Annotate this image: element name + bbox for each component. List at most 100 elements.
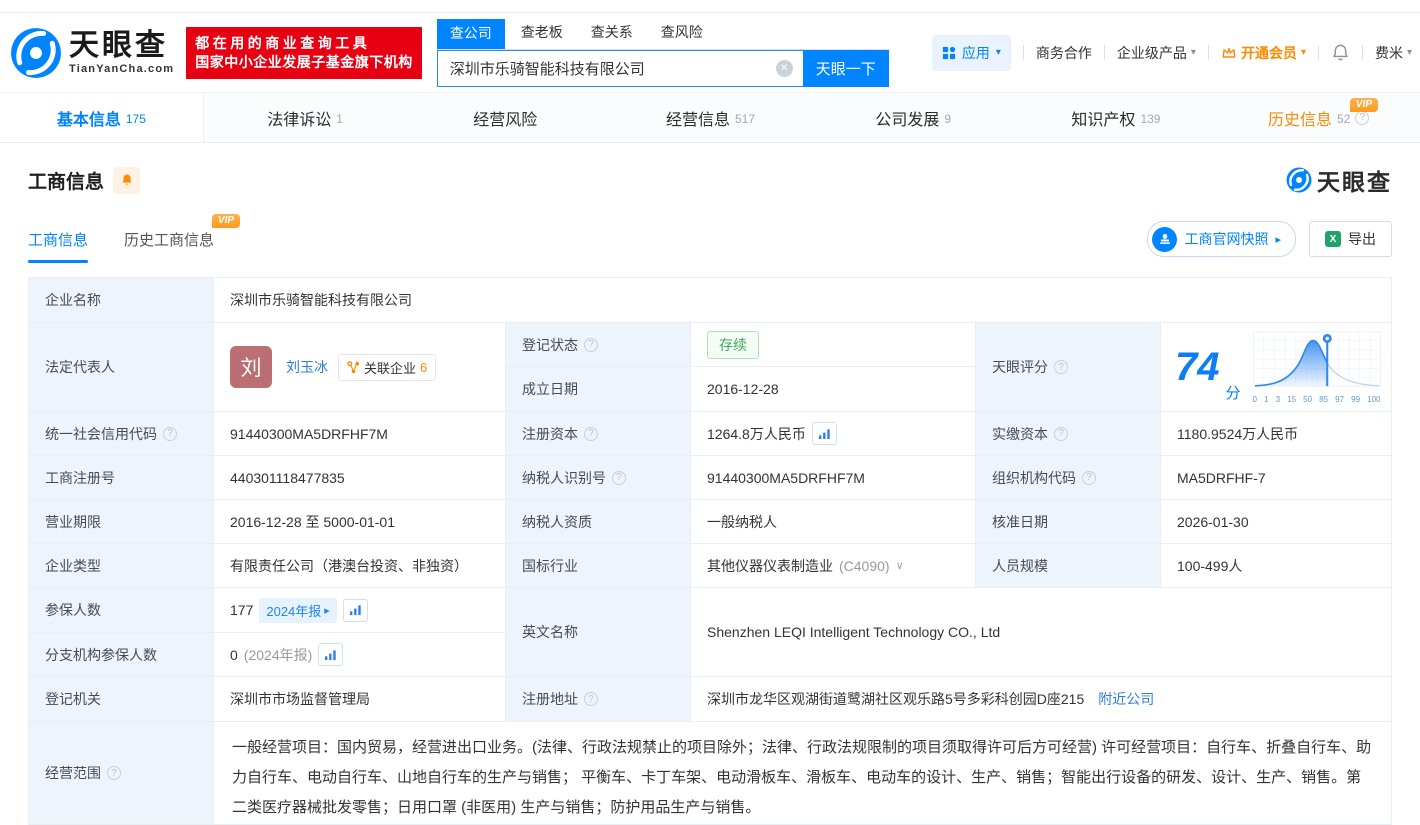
search-tab-risk[interactable]: 查风险 [661, 18, 703, 49]
score-axis-tick: 100 [1367, 394, 1381, 404]
branch-insured-label: 分支机构参保人数 [29, 633, 214, 677]
nav-business-cooperation[interactable]: 商务合作 [1036, 43, 1092, 63]
staff-size-value: 100-499人 [1161, 544, 1392, 588]
help-icon[interactable]: ? [1355, 110, 1370, 125]
approval-date-value: 2026-01-30 [1161, 500, 1392, 544]
tab-operation-risk[interactable]: 经营风险 [406, 93, 609, 142]
tianyancha-logo[interactable]: 天眼查 TianYanCha.com [10, 27, 174, 79]
tab-history-info[interactable]: VIP 历史信息 52 ? [1217, 93, 1420, 142]
promo-banner: 都在用的商业查询工具 国家中小企业发展子基金旗下机构 [186, 26, 422, 79]
score-axis-tick: 97 [1335, 394, 1345, 404]
subtab-history-business-info[interactable]: VIP 历史工商信息 [124, 214, 241, 263]
tab-label: 法律诉讼 [267, 111, 332, 129]
help-icon[interactable]: ? [584, 692, 598, 706]
trend-chart-icon[interactable] [811, 422, 837, 445]
score-axis-tick: 3 [1275, 394, 1281, 404]
label-text: 经营范围 [45, 765, 101, 781]
nav-vip-upgrade[interactable]: 开通会员 ▾ [1221, 43, 1306, 63]
subtab-business-info[interactable]: 工商信息 [28, 229, 89, 263]
chevron-down-icon: ▾ [995, 47, 1001, 58]
annual-report-badge[interactable]: 2024年报 ▸ [259, 597, 337, 623]
score-axis-tick: 99 [1351, 394, 1361, 404]
label-text: 注册资本 [522, 425, 578, 442]
taxpayer-quality-value: 一般纳税人 [691, 500, 976, 544]
reg-address-value: 深圳市龙华区观湖街道鹭湖社区观乐路5号多彩科创园D座215 附近公司 [691, 677, 1392, 722]
tab-legal-litigation[interactable]: 法律诉讼 1 [204, 93, 407, 142]
help-icon[interactable]: ? [107, 766, 121, 780]
trend-chart-icon[interactable] [342, 598, 368, 622]
nearby-companies-link[interactable]: 附近公司 [1098, 689, 1154, 709]
business-term-label: 营业期限 [29, 500, 214, 544]
username-label: 费米 [1374, 44, 1403, 61]
search-button[interactable]: 天眼一下 [802, 50, 889, 87]
help-icon[interactable]: ? [1082, 470, 1096, 485]
tab-business-info[interactable]: 经营信息 517 [609, 93, 812, 142]
tab-basic-info[interactable]: 基本信息 175 [0, 93, 204, 142]
search-tab-boss[interactable]: 查老板 [521, 18, 563, 49]
company-type-label: 企业类型 [29, 544, 214, 588]
notification-bell-icon[interactable] [1331, 43, 1350, 62]
reg-capital-value: 1264.8万人民币 [691, 412, 976, 456]
help-icon[interactable]: ? [1054, 360, 1068, 374]
chevron-down-icon: ▾ [1406, 47, 1412, 58]
divider [1022, 45, 1024, 60]
monitor-bell-icon[interactable] [113, 166, 141, 194]
score-axis-tick: 0 [1252, 394, 1257, 404]
divider [1317, 45, 1319, 60]
apps-menu[interactable]: 应用 ▾ [931, 34, 1011, 71]
clear-search-icon[interactable]: ✕ [775, 60, 793, 77]
label-text: 国标行业 [522, 557, 578, 574]
value-text: 2016-12-28 [707, 381, 779, 397]
business-info-section: 工商信息 天眼查 工商信息 VIP 历史工商信息 工商官网快照 ▸ X 导出 [0, 143, 1420, 263]
value-text: Shenzhen LEQI Intelligent Technology CO.… [707, 624, 1001, 640]
taxpayer-quality-label: 纳税人资质 [506, 500, 691, 544]
search-tab-relations[interactable]: 查关系 [591, 18, 633, 49]
label-text: 纳税人识别号 [522, 469, 606, 486]
chevron-down-icon[interactable]: ∨ [896, 559, 904, 572]
chevron-down-icon: ▾ [1300, 47, 1306, 58]
search-input[interactable] [436, 50, 803, 87]
value-text: 其他仪器仪表制造业 [707, 557, 833, 574]
help-icon[interactable]: ? [584, 426, 598, 441]
industry-code: (C4090) [839, 557, 890, 574]
industry-value: 其他仪器仪表制造业 (C4090) ∨ [691, 544, 976, 588]
official-snapshot-button[interactable]: 工商官网快照 ▸ [1147, 221, 1296, 257]
help-icon[interactable]: ? [584, 337, 598, 352]
legal-rep-avatar[interactable]: 刘 [230, 346, 272, 388]
help-icon[interactable]: ? [612, 470, 626, 485]
export-button[interactable]: X 导出 [1309, 221, 1392, 257]
tab-count: 9 [944, 112, 952, 126]
taxpayer-id-label: 纳税人识别号 ? [506, 456, 691, 500]
tab-label: 历史信息 [1267, 111, 1332, 129]
value-text: 440301118477835 [230, 469, 345, 486]
label-text: 天眼评分 [992, 359, 1048, 375]
label-text: 组织机构代码 [992, 469, 1076, 486]
related-companies-badge[interactable]: 关联企业 6 [338, 353, 437, 381]
approval-date-label: 核准日期 [976, 500, 1161, 544]
help-icon[interactable]: ? [163, 426, 177, 441]
tab-count: 52 [1337, 112, 1351, 126]
tab-label: 经营风险 [473, 111, 538, 129]
tab-count: 517 [735, 112, 756, 126]
nav-enterprise-products[interactable]: 企业级产品 ▾ [1117, 43, 1196, 63]
tab-intellectual-property[interactable]: 知识产权 139 [1015, 93, 1218, 142]
section-title: 工商信息 [28, 171, 105, 193]
search-tab-company[interactable]: 查公司 [436, 19, 505, 49]
branch-insured-note: (2024年报) [243, 646, 313, 663]
tab-label: 经营信息 [665, 111, 730, 129]
chevron-down-icon: ▾ [1190, 47, 1196, 58]
value-text: 2016-12-28 至 5000-01-01 [230, 513, 396, 530]
legal-rep-name-link[interactable]: 刘玉冰 [286, 357, 328, 377]
value-text: 100-499人 [1177, 557, 1243, 574]
promo-line1: 都在用的商业查询工具 [195, 34, 371, 51]
english-name-label: 英文名称 [506, 588, 691, 677]
apps-grid-icon [942, 46, 955, 59]
help-icon[interactable]: ? [1054, 426, 1068, 441]
tab-count: 1 [336, 112, 343, 126]
tab-label: 知识产权 [1071, 111, 1136, 129]
user-menu[interactable]: 费米 ▾ [1375, 43, 1412, 63]
tab-count: 139 [1140, 112, 1161, 126]
reg-authority-value: 深圳市市场监督管理局 [214, 677, 506, 722]
tab-company-development[interactable]: 公司发展 9 [812, 93, 1015, 142]
trend-chart-icon[interactable] [318, 643, 344, 666]
